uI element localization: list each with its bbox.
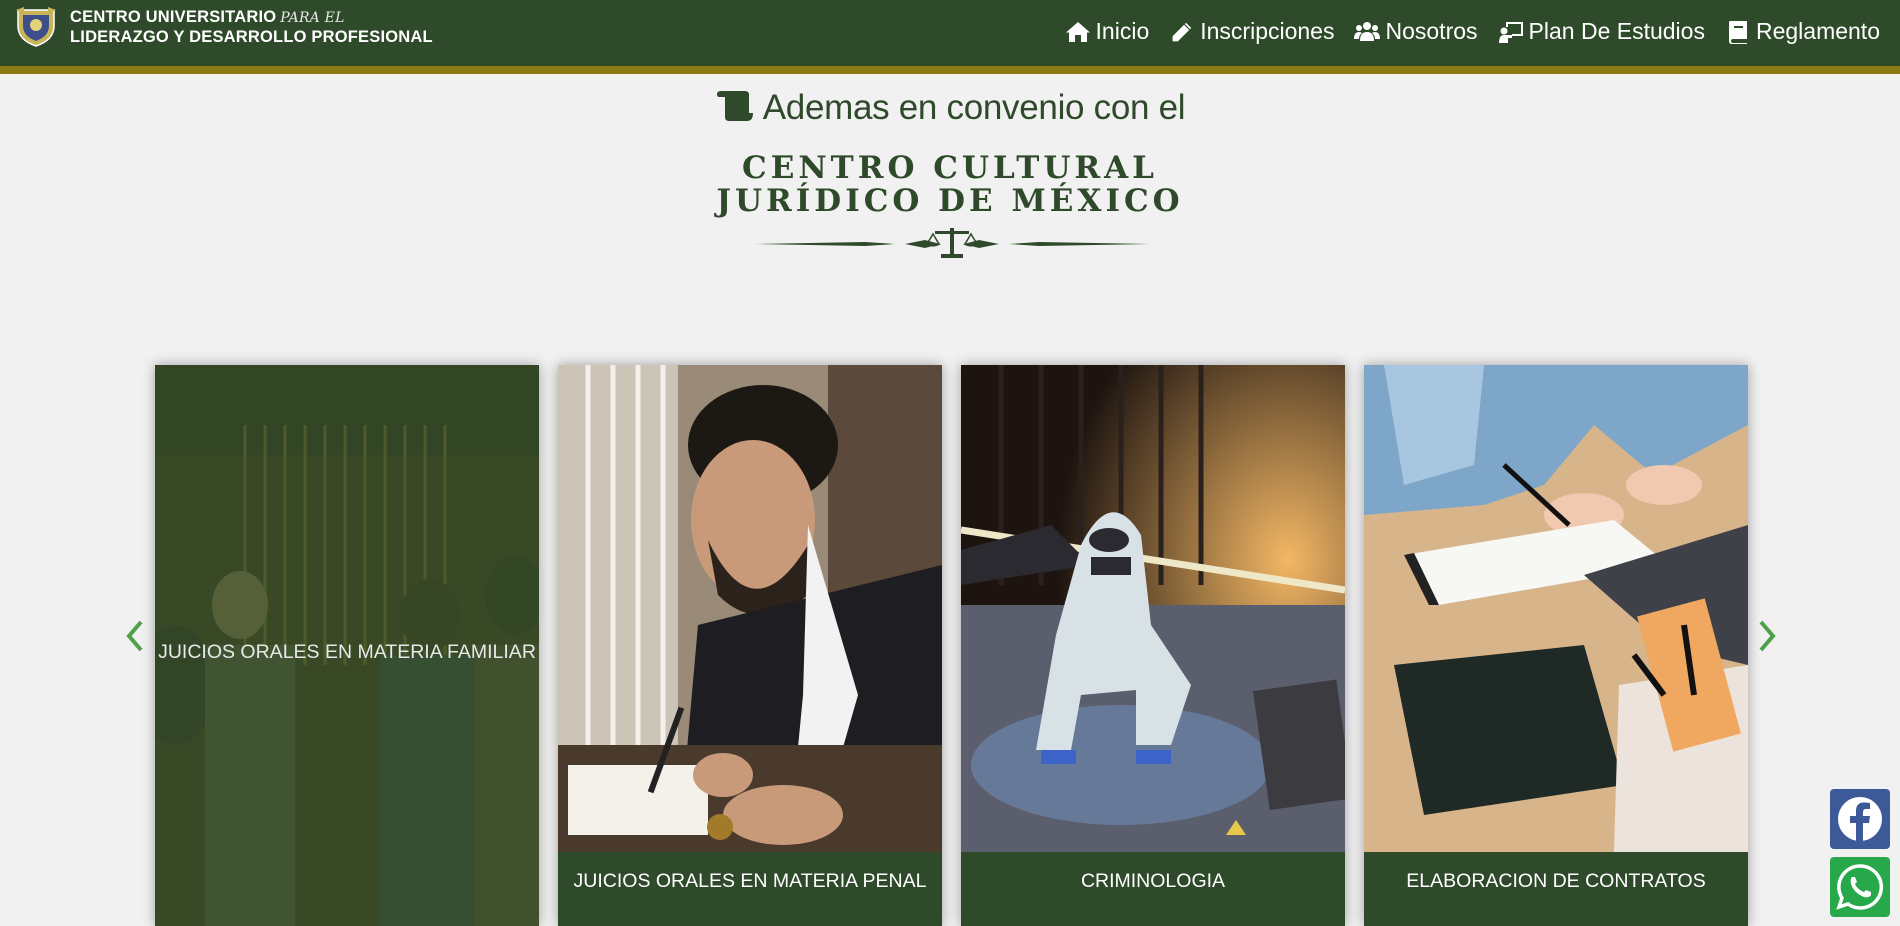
- pencil-icon: [1171, 20, 1194, 43]
- scroll-icon: [716, 91, 753, 121]
- nav-inscripciones[interactable]: Inscripciones: [1169, 18, 1334, 45]
- card-photo-contratos: [1364, 365, 1748, 852]
- card-caption: JUICIOS ORALES EN MATERIA FAMILIAR: [158, 641, 536, 663]
- brand-logo[interactable]: CENTRO UNIVERSITARIO PARA EL LIDERAZGO Y …: [14, 6, 433, 48]
- card-photo-criminologia: [961, 365, 1345, 852]
- users-icon: [1354, 21, 1381, 41]
- card-caption: JUICIOS ORALES EN MATERIA PENAL: [558, 852, 942, 926]
- carousel-next-button[interactable]: [1756, 618, 1780, 654]
- course-card-familiar[interactable]: JUICIOS ORALES EN MATERIA FAMILIAR: [155, 365, 539, 926]
- partner-name: CENTRO CULTURAL JURÍDICO DE MÉXICO: [716, 150, 1184, 219]
- facebook-button[interactable]: [1830, 789, 1890, 849]
- nav-reglamento[interactable]: Reglamento: [1725, 18, 1880, 45]
- book-icon: [1728, 20, 1747, 44]
- card-caption: CRIMINOLOGIA: [961, 852, 1345, 926]
- course-card-contratos[interactable]: ELABORACION DE CONTRATOS: [1364, 365, 1748, 926]
- top-navbar: CENTRO UNIVERSITARIO PARA EL LIDERAZGO Y …: [0, 0, 1900, 74]
- convenio-title-text: Ademas en convenio con el: [762, 88, 1186, 127]
- carousel-prev-button[interactable]: [122, 618, 146, 654]
- facebook-icon: [1838, 797, 1882, 841]
- chevron-right-icon: [1759, 620, 1776, 652]
- convenio-heading: Ademas en convenio con el: [0, 88, 1900, 128]
- nav-label: Inicio: [1095, 18, 1150, 44]
- chevron-left-icon: [126, 620, 143, 652]
- nav-label: Plan De Estudios: [1528, 18, 1705, 44]
- nav-nosotros[interactable]: Nosotros: [1354, 18, 1478, 45]
- brand-line-1: CENTRO UNIVERSITARIO: [70, 7, 277, 26]
- whatsapp-button[interactable]: [1830, 857, 1890, 917]
- nav-label: Inscripciones: [1200, 18, 1335, 44]
- brand-script: PARA EL: [280, 9, 345, 26]
- nav-label: Reglamento: [1755, 18, 1880, 44]
- nav-inicio[interactable]: Inicio: [1065, 18, 1150, 45]
- whatsapp-icon: [1836, 864, 1884, 910]
- chalkboard-teacher-icon: [1498, 21, 1523, 43]
- course-card-criminologia[interactable]: CRIMINOLOGIA: [961, 365, 1345, 926]
- nav-label: Nosotros: [1385, 18, 1478, 44]
- nav-plan-de-estudios[interactable]: Plan De Estudios: [1498, 18, 1705, 45]
- home-icon: [1065, 21, 1090, 42]
- card-photo-penal: [558, 365, 942, 852]
- partner-logo: CENTRO CULTURAL JURÍDICO DE MÉXICO: [0, 150, 1900, 258]
- main-nav: Inicio Inscripciones Nosotros Plan De Es…: [1045, 18, 1880, 45]
- card-caption: ELABORACION DE CONTRATOS: [1364, 852, 1748, 926]
- course-card-penal[interactable]: JUICIOS ORALES EN MATERIA PENAL: [558, 365, 942, 926]
- scales-of-justice-icon: [755, 228, 1149, 258]
- crest-icon: [16, 7, 56, 47]
- brand-line-2: LIDERAZGO Y DESARROLLO PROFESIONAL: [70, 27, 433, 46]
